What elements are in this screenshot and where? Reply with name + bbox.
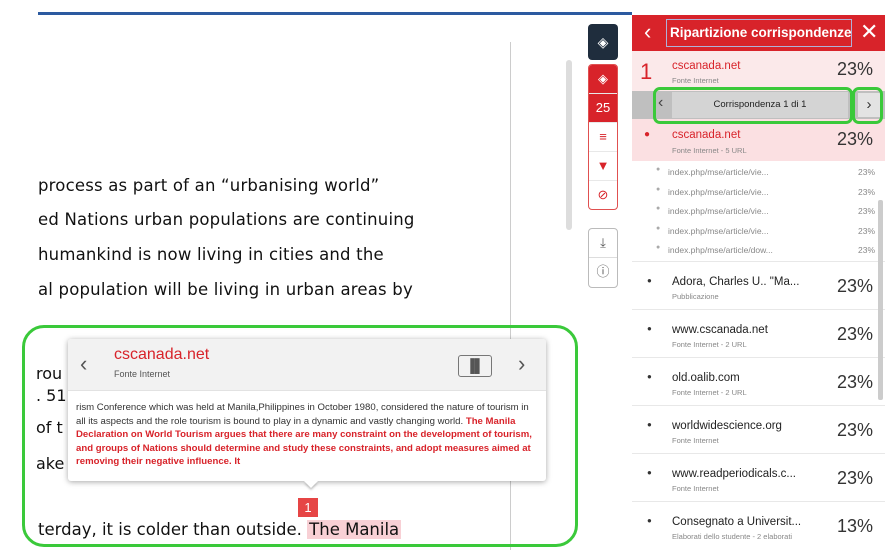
source-name: old.oalib.com [672,372,740,384]
bullet-icon: ● [647,420,652,429]
source-percent: 23% [836,468,873,488]
info-icon[interactable]: ⓘ [589,258,617,287]
source-name: www.readperiodicals.c... [672,468,796,480]
bullet-icon: ● [647,468,652,477]
bullet-icon: ● [647,516,652,525]
layers-icon[interactable]: ◈ [589,65,617,94]
source-percent: 23% [836,59,873,79]
bullet-icon: ● [656,205,661,212]
source-item[interactable]: ● www.readperiodicals.c... Fonte Interne… [632,453,885,501]
bullet-icon: ● [647,276,652,285]
bullet-icon: ● [656,224,661,232]
source-type: Elaborati dello studente - 2 elaborati [672,532,793,541]
top-source-row[interactable]: 1 cscanada.net Fonte Internet 23% [632,51,885,91]
match-toolbar: ◈ 25 ≡ ▼ ⊘ [588,64,618,210]
source-type: Fonte Internet - 2 URL [672,388,747,397]
sub-url-percent: 23% [857,186,875,197]
bullet-icon: ● [644,129,651,140]
doc-line: ed Nations urban populations are continu… [38,210,415,229]
annotation-highlight-next [852,87,883,124]
source-name: cscanada.net [672,129,741,141]
document-scrollbar[interactable] [566,60,572,230]
source-percent: 23% [836,420,873,440]
sub-url-item[interactable]: ● index.php/mse/article/vie... 23% [632,202,885,222]
sub-url-percent: 23% [857,206,875,216]
sub-url-percent: 23% [857,225,875,236]
sub-url: index.php/mse/article/vie... [668,186,769,197]
doc-line: process as part of an “urbanising world” [38,176,380,195]
source-item[interactable]: ● Consegnato a Universit... Elaborati de… [632,501,885,549]
utility-toolbar: ⤓ ⓘ [588,228,618,288]
sub-url-item[interactable]: ● index.php/mse/article/vie... 23% [632,222,885,242]
bullet-icon: ● [656,244,661,251]
source-percent: 23% [836,324,873,344]
exclude-icon[interactable]: ⊘ [589,181,617,209]
sub-url: index.php/mse/article/vie... [668,206,769,216]
filter-icon[interactable]: ▼ [589,152,617,181]
annotation-highlight-document [22,325,578,547]
sub-url-list: ● index.php/mse/article/vie... 23% ● ind… [632,163,885,261]
panel-scrollbar[interactable] [878,200,883,400]
source-type: Fonte Internet - 5 URL [672,146,747,155]
sub-url: index.php/mse/article/vie... [668,225,769,236]
source-percent: 13% [836,516,873,536]
bullet-icon: ● [647,324,652,333]
source-item[interactable]: ● worldwidescience.org Fonte Internet 23… [632,405,885,453]
sub-url-item[interactable]: ● index.php/mse/article/dow... 23% [632,241,885,261]
panel-header: ‹ Ripartizione corrispondenze ✕ [632,15,885,51]
source-item[interactable]: ● Adora, Charles U.. "Ma... Pubblicazion… [632,261,885,309]
source-type: Fonte Internet [672,76,719,85]
doc-line: humankind is now living in cities and th… [38,245,384,264]
source-type: Fonte Internet [672,484,719,493]
source-type: Fonte Internet [672,436,719,445]
layers-icon[interactable]: ◈ [588,24,618,60]
sub-url: index.php/mse/article/vie... [668,167,769,177]
source-list: ● Adora, Charles U.. "Ma... Pubblicazion… [632,261,885,549]
source-name: Consegnato a Universit... [672,516,802,528]
back-icon[interactable]: ‹ [644,19,651,45]
source-percent: 23% [836,372,873,392]
annotation-highlight-navigator [653,87,853,124]
source-name: Adora, Charles U.. "Ma... [672,276,800,288]
bullet-icon: ● [647,372,652,381]
sub-url: index.php/mse/article/dow... [668,245,773,255]
sub-url-percent: 23% [857,167,875,177]
source-name: www.cscanada.net [672,324,768,336]
sort-icon[interactable]: ≡ [589,123,617,152]
selected-source-row[interactable]: ● cscanada.net Fonte Internet - 5 URL 23… [632,119,885,161]
source-percent: 23% [836,276,873,296]
download-icon[interactable]: ⤓ [589,229,617,258]
source-item[interactable]: ● www.cscanada.net Fonte Internet - 2 UR… [632,309,885,357]
sub-url-item[interactable]: ● index.php/mse/article/vie... 23% [632,183,885,203]
match-count-badge[interactable]: 25 [589,94,617,123]
source-name: worldwidescience.org [672,420,782,432]
bullet-icon: ● [656,166,661,173]
doc-line: al population will be living in urban ar… [38,280,413,299]
panel-title: Ripartizione corrispondenze [666,19,852,47]
sub-url-item[interactable]: ● index.php/mse/article/vie... 23% [632,163,885,183]
source-name: cscanada.net [672,60,741,72]
source-type: Pubblicazione [672,292,719,301]
bullet-icon: ● [656,185,661,193]
close-icon[interactable]: ✕ [860,19,878,45]
source-item[interactable]: ● old.oalib.com Fonte Internet - 2 URL 2… [632,357,885,405]
sub-url-percent: 23% [857,245,875,255]
source-type: Fonte Internet - 2 URL [672,340,747,349]
source-number: 1 [640,59,653,84]
source-percent: 23% [836,129,873,149]
